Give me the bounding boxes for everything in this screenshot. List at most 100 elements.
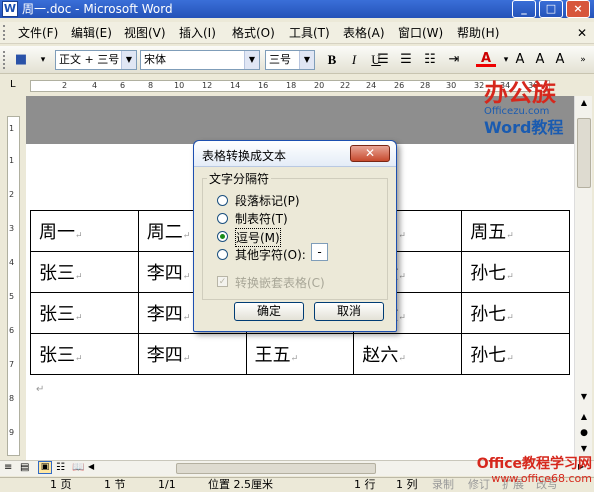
- table-cell[interactable]: 孙七↵: [461, 292, 570, 334]
- print-layout-view-icon[interactable]: ▣: [38, 461, 52, 474]
- chevron-down-icon[interactable]: ▼: [244, 51, 259, 69]
- bold-button[interactable]: B: [322, 50, 342, 70]
- menu-insert[interactable]: 插入(I): [179, 25, 216, 41]
- status-section: 1 节: [104, 478, 126, 491]
- scroll-thumb[interactable]: [577, 118, 591, 188]
- radio-tab[interactable]: [217, 213, 228, 224]
- grow-font-icon[interactable]: A: [510, 50, 530, 70]
- normal-view-icon[interactable]: ≡: [4, 462, 12, 473]
- menubar-grip[interactable]: [3, 25, 6, 40]
- bullets-icon[interactable]: ☷: [420, 50, 440, 70]
- style-dropdown[interactable]: 正文 + 三号 ▼: [55, 50, 137, 70]
- toolbar-grip[interactable]: [3, 51, 6, 69]
- menu-view[interactable]: 视图(V): [124, 25, 166, 41]
- table-cell[interactable]: 张三↵: [30, 333, 139, 375]
- cell-text: 周二: [146, 222, 183, 243]
- toolbar-more-icon[interactable]: »: [573, 50, 593, 70]
- ruler-number: 6: [120, 81, 126, 90]
- cell-text: 周五: [470, 222, 507, 243]
- font-color-button[interactable]: A: [476, 50, 496, 67]
- status-column: 1 列: [396, 478, 418, 491]
- shrink-font-icon[interactable]: A: [530, 50, 550, 70]
- logo-site: Officezu.com: [484, 106, 550, 117]
- cell-text: 王五: [254, 345, 291, 366]
- previous-page-icon[interactable]: ▲: [577, 412, 591, 424]
- radio-other-label[interactable]: 其他字符(O):: [235, 246, 306, 263]
- vruler-number: 4: [9, 258, 15, 267]
- status-record[interactable]: 录制: [432, 478, 454, 492]
- table-cell[interactable]: 周一↵: [30, 210, 139, 252]
- table-cell[interactable]: 赵六↵: [353, 333, 463, 375]
- ruler-number: 32: [474, 81, 485, 90]
- radio-paragraph-label[interactable]: 段落标记(P): [235, 192, 300, 209]
- next-page-icon[interactable]: ▼: [577, 444, 591, 456]
- menu-table[interactable]: 表格(A): [343, 25, 385, 41]
- radio-comma[interactable]: [217, 231, 228, 242]
- word-doc-icon[interactable]: W: [2, 1, 18, 17]
- size-dropdown[interactable]: 三号 ▼: [265, 50, 315, 70]
- numbering-icon[interactable]: ☰: [396, 50, 416, 70]
- vruler-number: 6: [9, 326, 15, 335]
- align-justify-icon[interactable]: ☰: [374, 50, 392, 70]
- formatting-toolbar: ■ ▾ 正文 + 三号 ▼ 宋体 ▼ 三号 ▼ B I U ☰ ☰ ☷ ⇥ A ▾ A…: [0, 46, 594, 74]
- cell-text: 李四: [146, 345, 183, 366]
- ruler-number: 30: [446, 81, 457, 90]
- vruler-number: 1: [9, 156, 15, 165]
- convert-table-to-text-dialog: 表格转换成文本 ✕ 文字分隔符 段落标记(P) 制表符(T) 逗号(M) 其他字…: [193, 140, 397, 332]
- menu-tools[interactable]: 工具(T): [289, 25, 330, 41]
- style-value: 正文 + 三号: [59, 53, 120, 66]
- vruler-number: 1: [9, 124, 15, 133]
- scroll-left-icon[interactable]: ◀: [88, 462, 94, 471]
- tab-selector-icon[interactable]: L: [10, 79, 16, 90]
- size-value: 三号: [269, 53, 291, 66]
- indent-icon[interactable]: ⇥: [444, 50, 464, 70]
- scroll-up-icon[interactable]: ▲: [577, 98, 591, 112]
- radio-comma-label[interactable]: 逗号(M): [235, 228, 281, 247]
- dialog-close-button[interactable]: ✕: [350, 145, 390, 162]
- table-cell[interactable]: 张三↵: [30, 292, 139, 334]
- table-cell[interactable]: 孙七↵: [461, 333, 570, 375]
- save-icon[interactable]: ■: [11, 50, 31, 70]
- cell-text: 李四: [146, 263, 183, 284]
- vertical-ruler[interactable]: 1 1 2 3 4 5 6 7 8 9: [0, 96, 26, 460]
- ruler-number: 24: [366, 81, 377, 90]
- ruler-number: 10: [174, 81, 185, 90]
- close-document-icon[interactable]: ✕: [577, 26, 587, 40]
- reading-view-icon[interactable]: 📖: [72, 462, 84, 473]
- hscroll-thumb[interactable]: [176, 463, 376, 474]
- chevron-down-icon[interactable]: ▼: [299, 51, 314, 69]
- italic-button[interactable]: I: [344, 50, 364, 70]
- minimize-button[interactable]: _: [512, 0, 536, 18]
- select-browse-object-icon[interactable]: ●: [577, 428, 591, 440]
- menu-format[interactable]: 格式(O): [232, 25, 275, 41]
- table-cell[interactable]: 王五↵: [245, 333, 355, 375]
- radio-other[interactable]: [217, 249, 228, 260]
- menu-help[interactable]: 帮助(H): [457, 25, 499, 41]
- table-cell[interactable]: 李四↵: [137, 333, 247, 375]
- table-cell[interactable]: 张三↵: [30, 251, 139, 293]
- radio-tab-label[interactable]: 制表符(T): [235, 210, 288, 227]
- close-window-button[interactable]: ×: [566, 0, 590, 18]
- font-dropdown[interactable]: 宋体 ▼: [140, 50, 260, 70]
- change-case-icon[interactable]: A: [550, 50, 570, 70]
- toolbar-options-icon[interactable]: ▾: [33, 50, 53, 70]
- table-cell[interactable]: 周五↵: [461, 210, 570, 252]
- chevron-down-icon[interactable]: ▼: [121, 51, 136, 69]
- menu-window[interactable]: 窗口(W): [398, 25, 443, 41]
- scroll-down-icon[interactable]: ▼: [577, 392, 591, 404]
- menu-file[interactable]: 文件(F): [18, 25, 58, 41]
- maximize-button[interactable]: □: [539, 0, 563, 18]
- vertical-scrollbar[interactable]: ▲ ▼ ▲ ● ▼: [574, 96, 592, 460]
- logo-text: 办公族: [484, 79, 556, 107]
- radio-paragraph[interactable]: [217, 195, 228, 206]
- outline-view-icon[interactable]: ☷: [56, 462, 65, 473]
- cell-text: 孙七: [470, 304, 507, 325]
- font-value: 宋体: [144, 53, 166, 66]
- menu-edit[interactable]: 编辑(E): [71, 25, 112, 41]
- table-cell[interactable]: 孙七↵: [461, 251, 570, 293]
- other-char-input[interactable]: -: [311, 243, 328, 261]
- nested-tables-checkbox[interactable]: ✓: [217, 276, 228, 287]
- cancel-button[interactable]: 取消: [314, 302, 384, 321]
- ok-button[interactable]: 确定: [234, 302, 304, 321]
- web-view-icon[interactable]: ▤: [20, 462, 29, 473]
